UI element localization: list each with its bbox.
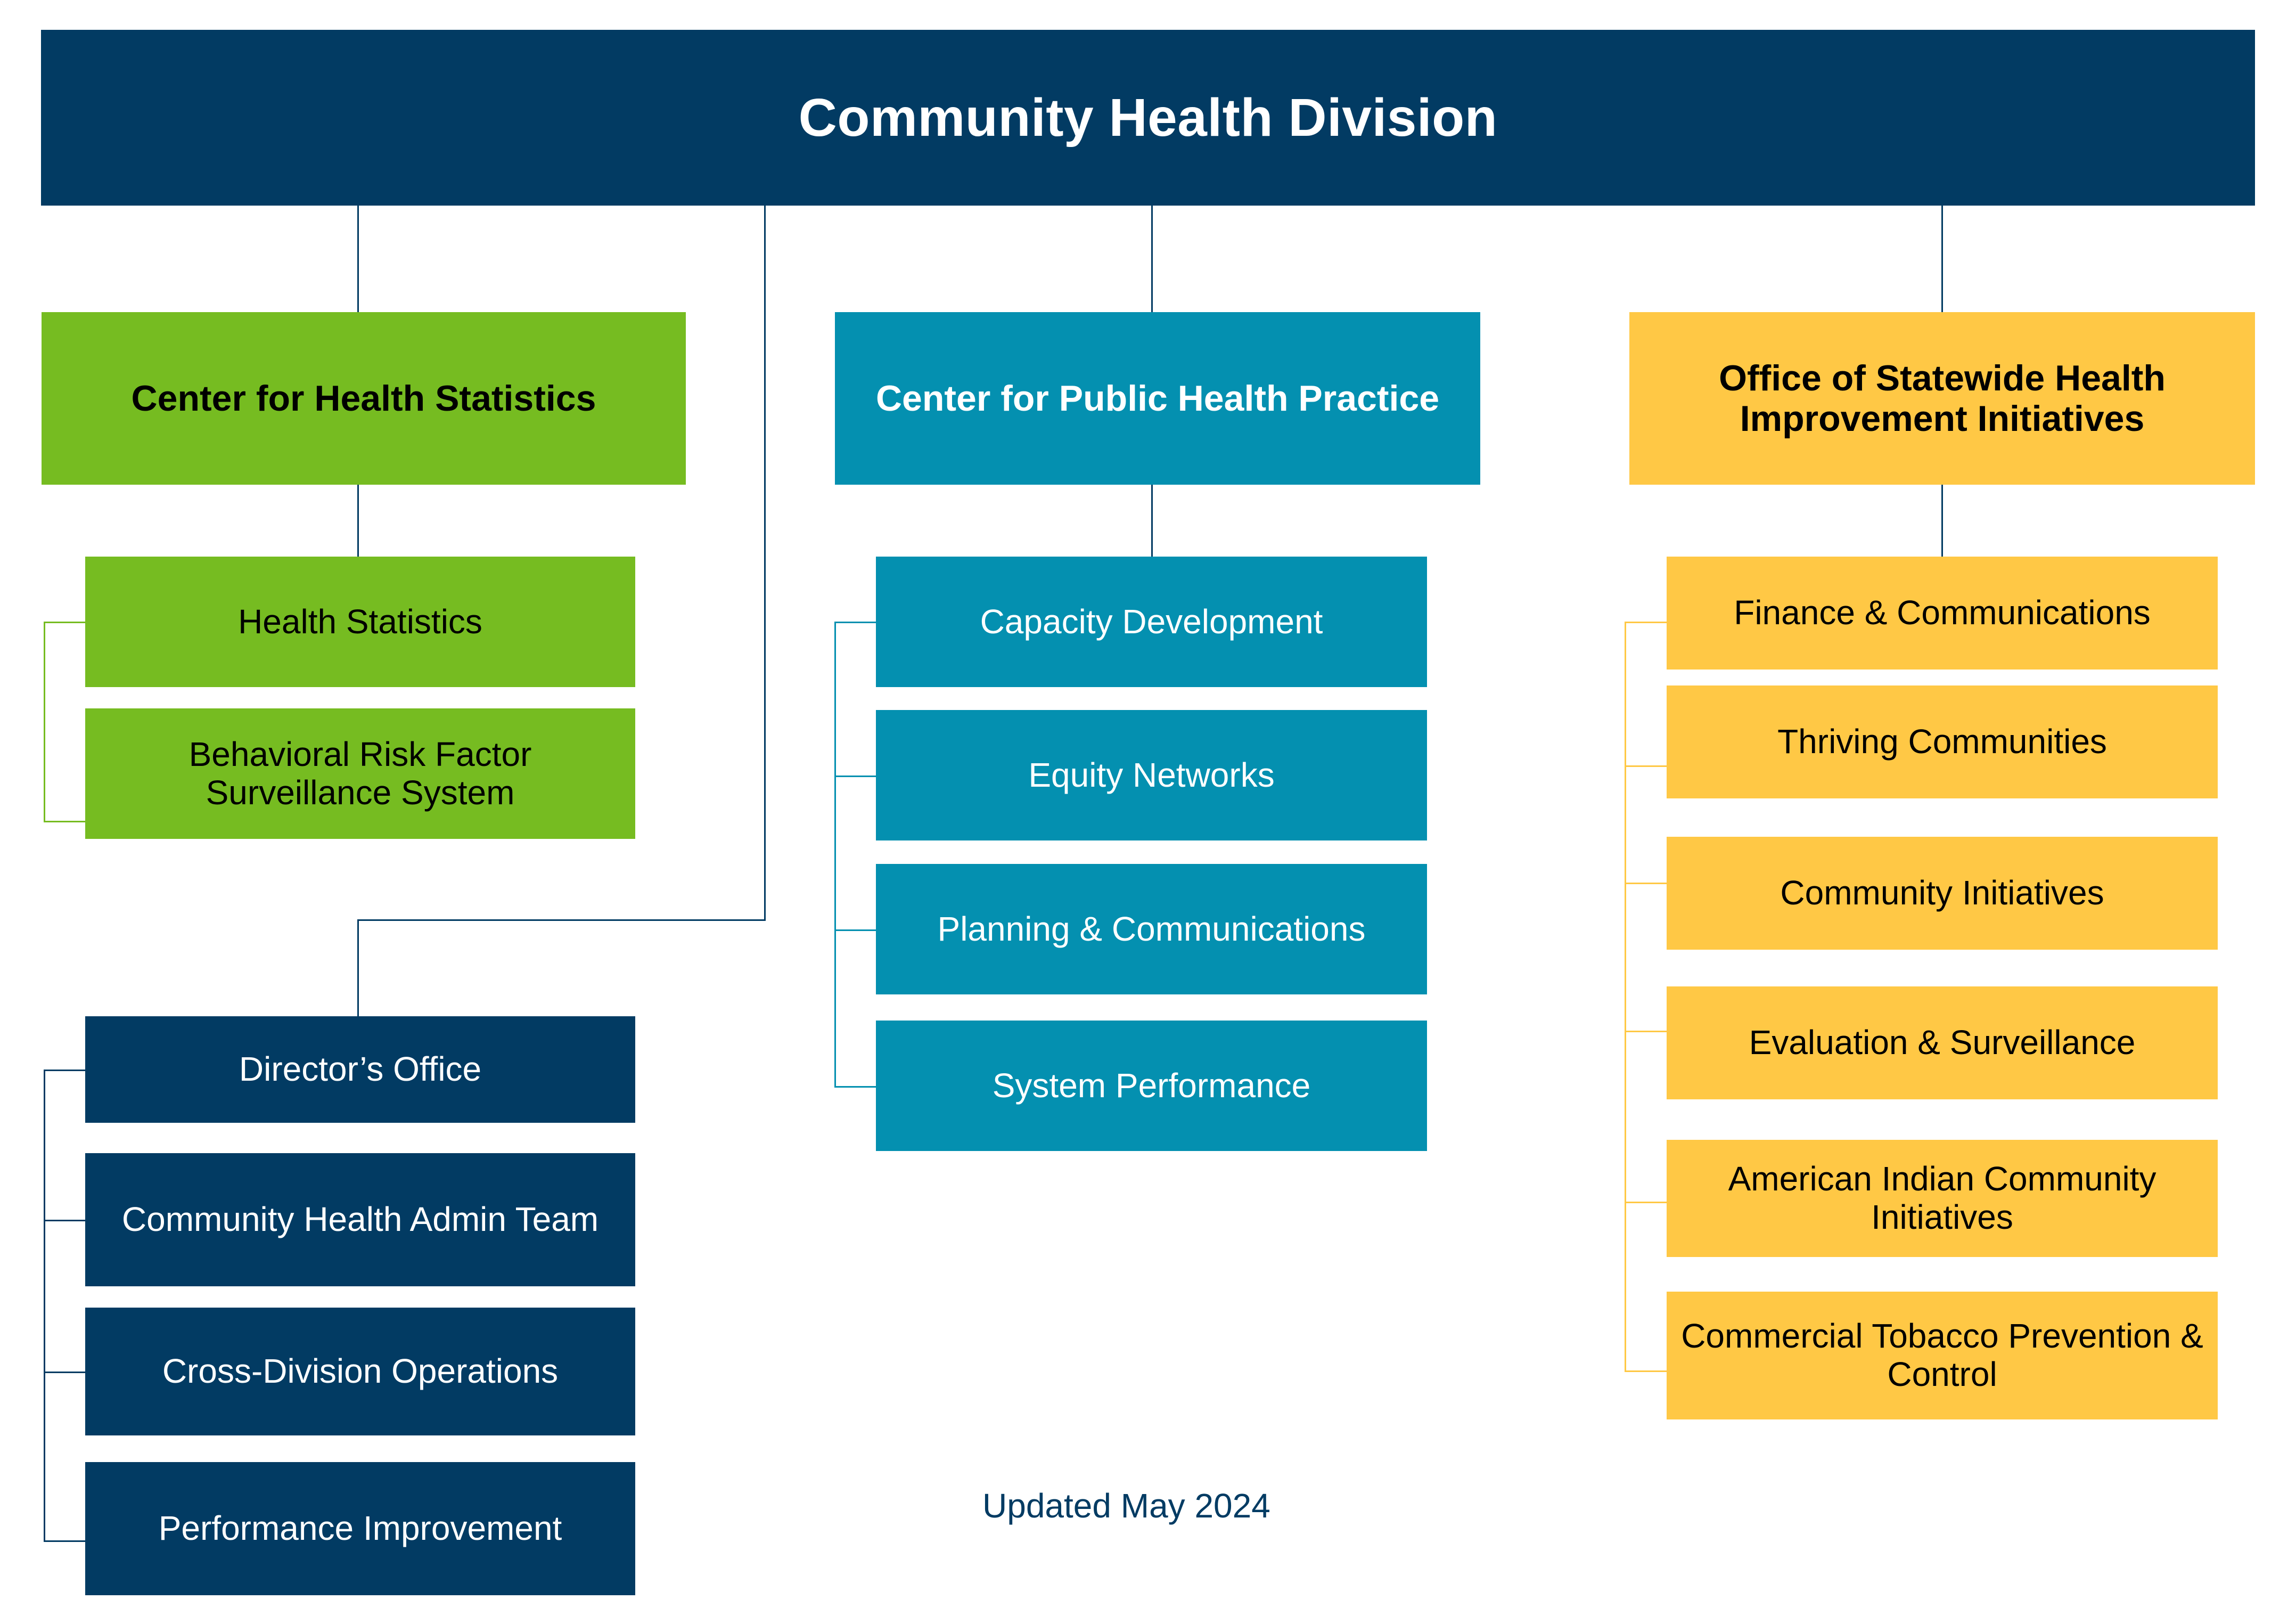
connector-title-to-teal	[1151, 206, 1153, 312]
updated-date-label: Updated May 2024	[982, 1487, 1270, 1525]
column-header-center-for-public-health-practice[interactable]: Center for Public Health Practice	[835, 312, 1480, 485]
bracket-teal-stub-1	[834, 622, 876, 623]
bracket-yellow-stub-2	[1625, 765, 1667, 767]
connector-title-to-yellow	[1941, 206, 1943, 312]
bracket-teal-stub-2	[834, 776, 876, 777]
bracket-green-stub-2	[44, 821, 85, 822]
node-thriving-communities[interactable]: Thriving Communities	[1667, 685, 2218, 798]
page-title: Community Health Division	[41, 30, 2255, 206]
node-equity-networks[interactable]: Equity Networks	[876, 710, 1427, 840]
bracket-green-spine	[44, 622, 45, 822]
bracket-yellow-stub-5	[1625, 1202, 1667, 1203]
node-planning-and-communications[interactable]: Planning & Communications	[876, 864, 1427, 994]
node-behavioral-risk-factor-surveillance-system[interactable]: Behavioral Risk Factor Surveillance Syst…	[85, 708, 635, 839]
connector-yellow-header-stem	[1941, 485, 1943, 557]
bracket-navy-spine	[44, 1070, 45, 1541]
node-community-initiatives[interactable]: Community Initiatives	[1667, 837, 2218, 950]
node-evaluation-and-surveillance[interactable]: Evaluation & Surveillance	[1667, 986, 2218, 1099]
connector-teal-header-stem	[1151, 485, 1153, 557]
bracket-green-stub-1	[44, 622, 85, 623]
node-capacity-development[interactable]: Capacity Development	[876, 557, 1427, 687]
connector-division-office-horizontal	[357, 919, 766, 921]
node-commercial-tobacco-prevention-and-control[interactable]: Commercial Tobacco Prevention & Control	[1667, 1292, 2218, 1419]
bracket-teal-stub-4	[834, 1086, 876, 1088]
node-cross-division-operations[interactable]: Cross-Division Operations	[85, 1308, 635, 1435]
node-finance-and-communications[interactable]: Finance & Communications	[1667, 557, 2218, 670]
bracket-yellow-stub-4	[1625, 1031, 1667, 1032]
bracket-yellow-stub-3	[1625, 883, 1667, 884]
bracket-navy-stub-4	[44, 1540, 85, 1542]
bracket-navy-stub-3	[44, 1372, 85, 1373]
bracket-yellow-spine	[1625, 622, 1626, 1372]
bracket-teal-spine	[834, 622, 836, 1088]
connector-division-office-vertical-drop	[764, 206, 766, 920]
node-performance-improvement[interactable]: Performance Improvement	[85, 1462, 635, 1595]
node-community-health-admin-team[interactable]: Community Health Admin Team	[85, 1153, 635, 1286]
org-chart-canvas: Community Health Division Center for Hea…	[0, 0, 2296, 1616]
connector-title-to-green	[357, 206, 359, 312]
node-directors-office[interactable]: Director’s Office	[85, 1016, 635, 1123]
node-system-performance[interactable]: System Performance	[876, 1021, 1427, 1151]
bracket-navy-stub-2	[44, 1220, 85, 1221]
bracket-yellow-stub-1	[1625, 622, 1667, 623]
column-header-office-of-statewide-health-improvement-initiatives[interactable]: Office of Statewide Health Improvement I…	[1629, 312, 2255, 485]
node-health-statistics[interactable]: Health Statistics	[85, 557, 635, 687]
column-header-center-for-health-statistics[interactable]: Center for Health Statistics	[42, 312, 686, 485]
connector-division-office-stem	[357, 919, 359, 1018]
bracket-navy-stub-1	[44, 1070, 85, 1071]
bracket-teal-stub-3	[834, 929, 876, 931]
node-american-indian-community-initiatives[interactable]: American Indian Community Initiatives	[1667, 1140, 2218, 1257]
bracket-yellow-stub-6	[1625, 1370, 1667, 1372]
